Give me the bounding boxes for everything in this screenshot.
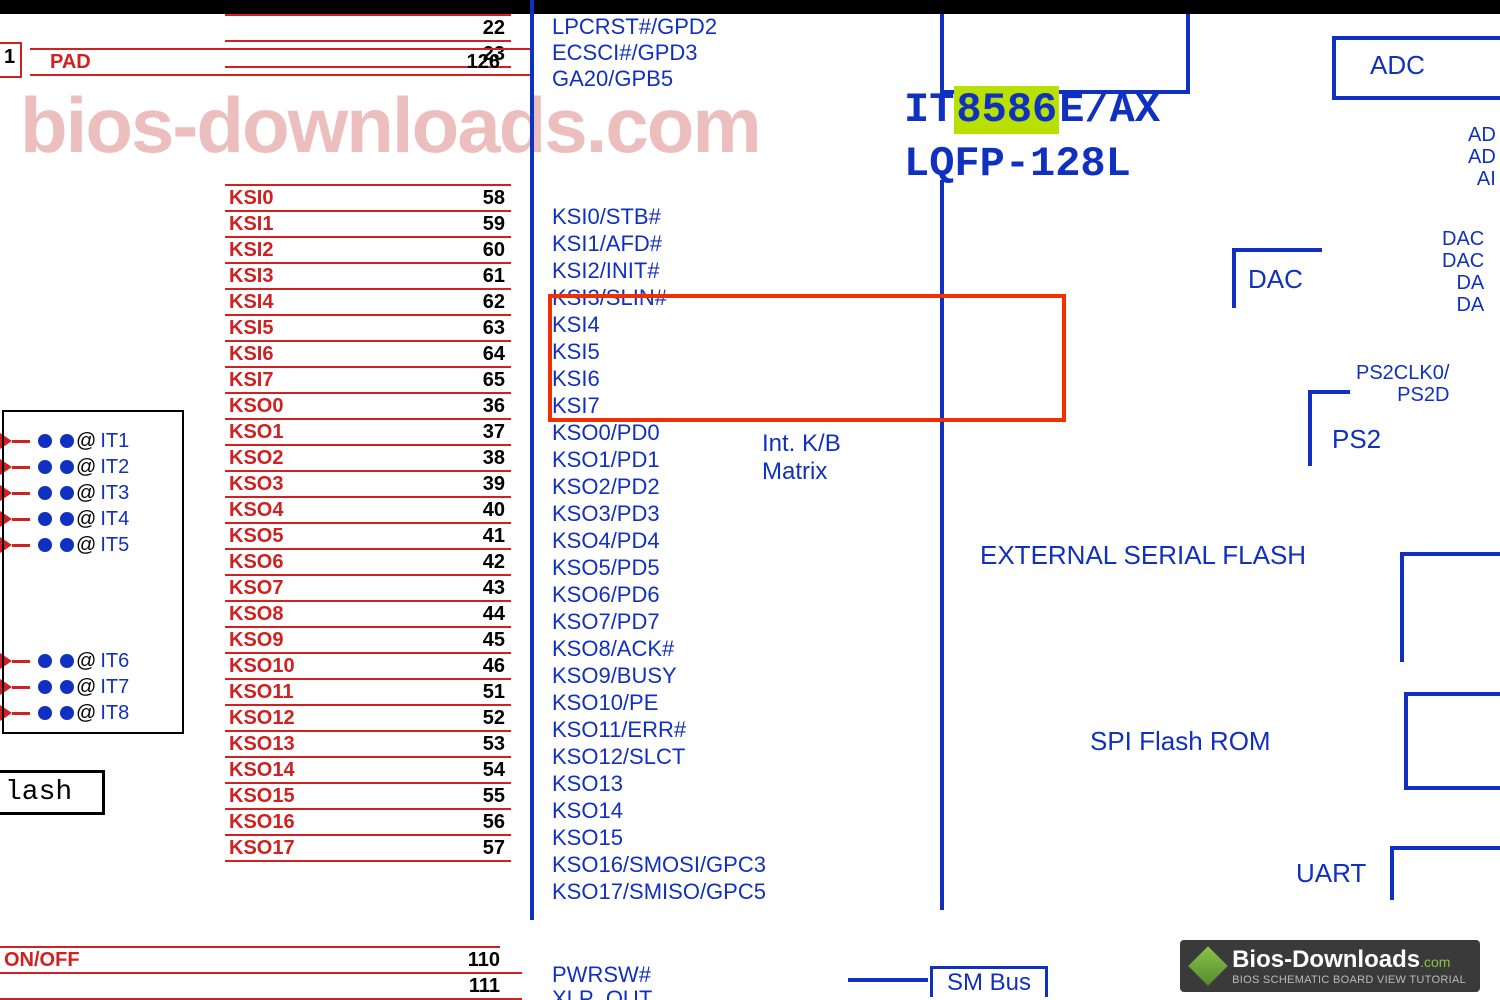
- flash-label-frag: lash: [0, 770, 105, 815]
- kb-matrix-label: Int. K/BMatrix: [762, 430, 841, 486]
- pin-row: KSI260: [225, 238, 511, 264]
- fn-label: KSO10/PE: [552, 690, 658, 716]
- pin-row: KSO743: [225, 576, 511, 602]
- wire: [1400, 552, 1500, 556]
- wire: [1186, 14, 1190, 94]
- fn-label: KSI0/STB#: [552, 204, 661, 230]
- fn-label: KSO7/PD7: [552, 609, 660, 635]
- wire: [940, 14, 944, 94]
- uart-label: UART: [1296, 858, 1366, 889]
- uart-box: [1390, 846, 1500, 900]
- wire: [1400, 552, 1404, 662]
- pin-row: KSO844: [225, 602, 511, 628]
- pin-row: KSI361: [225, 264, 511, 290]
- adc-pins: ADADAI: [1468, 124, 1496, 190]
- adc-box: [1332, 36, 1500, 100]
- pin-row: KSI462: [225, 290, 511, 316]
- top-black-bar: [0, 0, 1500, 14]
- spi-label: SPI Flash ROM: [1090, 726, 1271, 757]
- smbus-label: SM Bus: [930, 966, 1048, 997]
- pin-row: KSO339: [225, 472, 511, 498]
- flash-box-border: [2, 410, 184, 734]
- offpage-box: [0, 42, 22, 78]
- chip-partnum: IT8586E/AX: [904, 86, 1160, 134]
- pin-row: KSI058: [225, 186, 511, 212]
- fn-xlp: XLP_OUT: [552, 986, 652, 1000]
- dac-pins: DACDACDADA: [1442, 228, 1484, 316]
- fn-pwrsw: PWRSW#: [552, 962, 651, 988]
- pin-row: KSO1757: [225, 836, 511, 862]
- wire: [1308, 390, 1350, 394]
- spi-box: [1404, 692, 1500, 790]
- pin-row: KSO036: [225, 394, 511, 420]
- fn-label: KSI1/AFD#: [552, 231, 662, 257]
- pin-row: KSO1656: [225, 810, 511, 836]
- chip-border-left: [530, 0, 534, 920]
- pin-row: KSO945: [225, 628, 511, 654]
- fn-label: KSO0/PD0: [552, 420, 660, 446]
- pin-row: KSO642: [225, 550, 511, 576]
- pin-row: KSO1046: [225, 654, 511, 680]
- fn-label: KSO12/SLCT: [552, 744, 685, 770]
- pin-row: KSI159: [225, 212, 511, 238]
- dac-box: [1232, 248, 1322, 308]
- pin-row: KSI765: [225, 368, 511, 394]
- fn-lpcrst: LPCRST#/GPD2: [552, 14, 717, 40]
- ps2-pins: PS2CLK0/ PS2D: [1356, 362, 1449, 406]
- pin-row: KSO1353: [225, 732, 511, 758]
- chip-border-right: [940, 180, 944, 910]
- fn-label: KSO14: [552, 798, 623, 824]
- pin-row-pad: PAD 126: [30, 48, 530, 76]
- pin-row: KSI664: [225, 342, 511, 368]
- pin-row: KSO1252: [225, 706, 511, 732]
- pin-row: KSO541: [225, 524, 511, 550]
- fn-label: KSO4/PD4: [552, 528, 660, 554]
- fn-label: KSO9/BUSY: [552, 663, 677, 689]
- fn-label: KSO6/PD6: [552, 582, 660, 608]
- pin-row: KSO1151: [225, 680, 511, 706]
- chip-package: LQFP-128L: [904, 140, 1131, 188]
- fn-label: KSO1/PD1: [552, 447, 660, 473]
- fn-label: KSO13: [552, 771, 623, 797]
- fn-label: KSO2/PD2: [552, 474, 660, 500]
- wire: [848, 978, 928, 982]
- fn-ga20: GA20/GPB5: [552, 66, 673, 92]
- ext-flash-label: EXTERNAL SERIAL FLASH: [980, 540, 1306, 571]
- pin-row: KSO440: [225, 498, 511, 524]
- cube-icon: [1188, 946, 1228, 986]
- pin-row: KSO1454: [225, 758, 511, 784]
- watermark-text: bios-downloads.com: [20, 80, 760, 171]
- fn-label: KSO3/PD3: [552, 501, 660, 527]
- fn-label: KSO15: [552, 825, 623, 851]
- pin-table-bottom: ON/OFF110 111: [0, 946, 500, 1000]
- pin-row: KSI563: [225, 316, 511, 342]
- pin-table-main: KSI058KSI159KSI260KSI361KSI462KSI563KSI6…: [225, 184, 511, 862]
- pin-row: KSO137: [225, 420, 511, 446]
- fn-ecsci: ECSCI#/GPD3: [552, 40, 698, 66]
- highlight-rect: [548, 294, 1066, 422]
- brand-badge: Bios-Downloads.com BIOS SCHEMATIC BOARD …: [1180, 940, 1480, 992]
- fn-label: KSO11/ERR#: [552, 717, 686, 743]
- fn-label: KSO17/SMISO/GPC5: [552, 879, 766, 905]
- pin-row: KSO238: [225, 446, 511, 472]
- fn-label: KSO8/ACK#: [552, 636, 674, 662]
- pin-row: KSO1555: [225, 784, 511, 810]
- fn-label: KSO5/PD5: [552, 555, 660, 581]
- fn-label: KSO16/SMOSI/GPC3: [552, 852, 766, 878]
- fn-label: KSI2/INIT#: [552, 258, 660, 284]
